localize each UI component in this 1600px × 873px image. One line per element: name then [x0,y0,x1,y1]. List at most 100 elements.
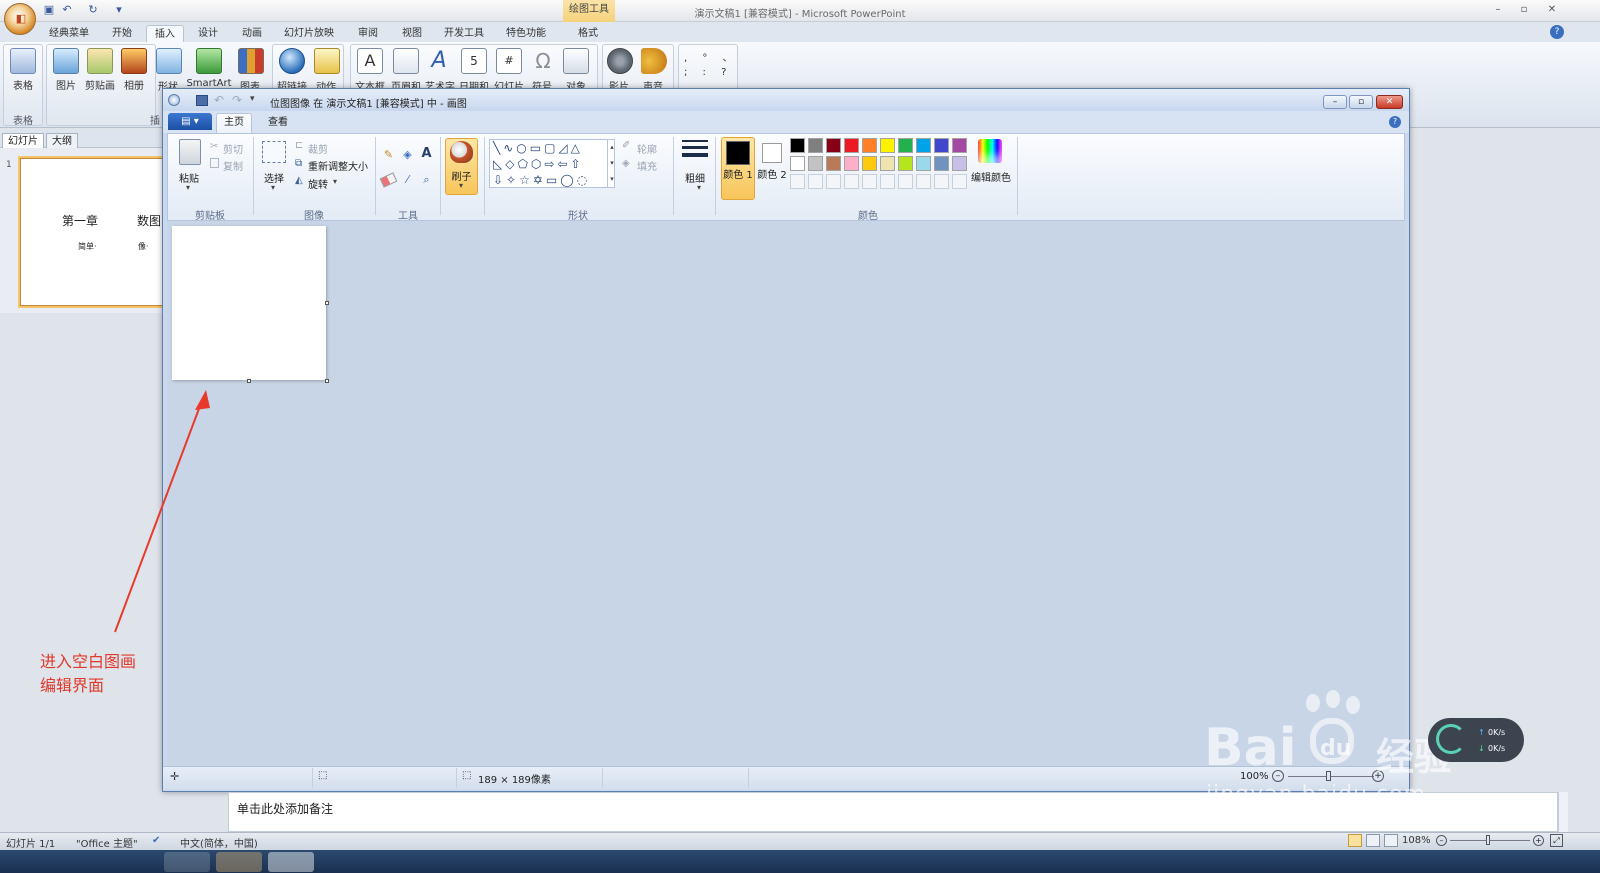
color-palette[interactable] [790,138,970,192]
tab-classic-menu[interactable]: 经典菜单 [44,25,94,42]
palette-custom-slot[interactable] [808,174,823,189]
tab-outline[interactable]: 大纲 [46,133,78,148]
paint-undo-icon[interactable]: ↶ [214,93,224,107]
size-dropdown-icon[interactable]: ▾ [697,183,701,192]
table-icon[interactable] [10,48,36,74]
paste-dropdown-icon[interactable]: ▾ [186,183,190,192]
color-picker-icon[interactable]: ⁄ [400,173,415,188]
tab-review[interactable]: 审阅 [350,25,386,42]
paint-qat-customize-icon[interactable]: ▾ [250,94,255,104]
album-icon[interactable] [121,48,147,74]
palette-custom-slot[interactable] [826,174,841,189]
paint-save-icon[interactable] [196,95,208,106]
restore-icon[interactable]: ▫ [1512,2,1536,18]
palette-swatch[interactable] [790,156,805,171]
paint-minimize-icon[interactable]: – [1323,95,1347,109]
slide-sorter-view-icon[interactable] [1366,834,1380,847]
symbol-icon[interactable]: Ω [530,48,556,74]
close-icon[interactable]: ✕ [1540,2,1564,18]
paint-restore-icon[interactable]: ▫ [1349,95,1373,109]
resize-icon[interactable]: ⧉ [295,158,302,169]
fit-to-window-icon[interactable]: ⤢ [1550,834,1563,847]
tab-slideshow[interactable]: 幻灯片放映 [278,25,340,42]
rotate-label[interactable]: 旋转 [308,176,328,191]
rotate-dropdown-icon[interactable]: ▾ [333,177,337,186]
outline-label[interactable]: 轮廓 [637,141,657,156]
brush-dropdown-icon[interactable]: ▾ [459,181,463,190]
palette-swatch[interactable] [916,138,931,153]
palette-swatch[interactable] [844,156,859,171]
edit-colors-label[interactable]: 编辑颜色 [970,169,1012,184]
zoom-in-icon[interactable]: + [1533,835,1544,846]
zoom-out-icon[interactable]: – [1436,835,1447,846]
smartart-icon[interactable] [196,48,222,74]
palette-custom-slot[interactable] [916,174,931,189]
palette-custom-slot[interactable] [934,174,949,189]
tab-slides[interactable]: 幻灯片 [2,133,44,148]
cut-icon[interactable]: ✂ [210,141,218,152]
tab-home[interactable]: 开始 [104,25,140,42]
textbox-icon[interactable]: A [357,48,383,74]
copy-icon[interactable] [210,158,219,168]
tab-animation[interactable]: 动画 [234,25,270,42]
normal-view-icon[interactable] [1348,834,1362,847]
palette-swatch[interactable] [862,138,877,153]
text-tool-icon[interactable]: A [419,146,434,163]
hyperlink-icon[interactable] [279,48,305,74]
tab-special[interactable]: 特色功能 [500,25,552,42]
action-icon[interactable] [314,48,340,74]
palette-custom-slot[interactable] [898,174,913,189]
save-icon[interactable]: ▣ [42,3,56,17]
canvas-resize-handle-corner[interactable] [325,379,329,383]
palette-swatch[interactable] [826,138,841,153]
minimize-icon[interactable]: – [1486,2,1510,18]
help-icon[interactable]: ? [1550,25,1564,39]
palette-swatch[interactable] [952,138,967,153]
crop-label[interactable]: 裁剪 [308,141,328,156]
shapes-row-1[interactable]: ╲∿○▭▢◿△ [493,140,583,156]
palette-swatch[interactable] [790,138,805,153]
palette-swatch[interactable] [880,138,895,153]
tab-insert[interactable]: 插入 [146,25,184,42]
magnifier-icon[interactable]: ⌕ [419,173,434,188]
resize-label[interactable]: 重新调整大小 [308,158,368,173]
zoom-slider[interactable] [1450,840,1530,841]
fill-bucket-icon[interactable]: ◈ [400,148,415,163]
special-symbols-grid[interactable]: , ° 、 ; : ? [684,52,733,80]
tab-design[interactable]: 设计 [190,25,226,42]
shapes-scroll[interactable]: ▴ ▾ ▾ [607,139,616,188]
clipart-icon[interactable] [87,48,113,74]
object-icon[interactable] [563,48,589,74]
date-time-icon[interactable]: 5 [461,48,487,74]
paint-tab-home[interactable]: 主页 [216,113,252,133]
paint-help-icon[interactable]: ? [1389,116,1401,128]
copy-label[interactable]: 复制 [223,158,243,173]
qat-customize-icon[interactable]: ▾ [112,3,126,17]
palette-swatch[interactable] [898,156,913,171]
palette-swatch[interactable] [808,138,823,153]
taskbar-button[interactable] [268,852,314,872]
paste-icon[interactable] [179,139,201,165]
picture-icon[interactable] [53,48,79,74]
taskbar-button[interactable] [164,852,210,872]
taskbar-button[interactable] [216,852,262,872]
network-speed-widget[interactable]: ↑ 0K/s ↓ 0K/s [1428,718,1524,762]
color2-label[interactable]: 颜色 2 [757,169,787,182]
palette-swatch[interactable] [934,156,949,171]
slideshow-view-icon[interactable] [1384,834,1398,847]
slide-thumbnail[interactable] [20,158,166,306]
drawing-canvas[interactable] [172,226,326,380]
canvas-resize-handle-bottom[interactable] [247,379,251,383]
wordart-icon[interactable]: A [426,48,452,74]
palette-swatch[interactable] [808,156,823,171]
palette-swatch[interactable] [826,156,841,171]
office-button[interactable]: ◧ [4,3,36,35]
paint-canvas-area[interactable] [167,221,1405,766]
notes-scrollbar[interactable] [1558,792,1568,832]
palette-swatch[interactable] [862,156,877,171]
slide-number-icon[interactable]: # [496,48,522,74]
shapes-row-2[interactable]: ◺◇⬠⬡⇨⇦⇧ [493,156,584,172]
paint-tab-view[interactable]: 查看 [262,115,294,131]
color2-swatch[interactable] [762,143,782,163]
palette-swatch[interactable] [880,156,895,171]
